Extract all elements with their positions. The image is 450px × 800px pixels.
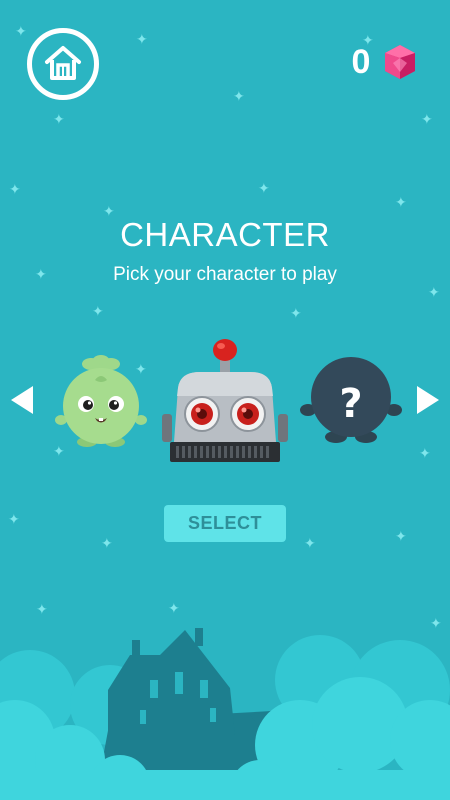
pink-gem-icon	[385, 45, 415, 79]
star-icon: ✦	[136, 32, 148, 48]
star-icon: ✦	[290, 306, 302, 322]
star-icon: ✦	[395, 529, 407, 545]
page-subtitle: Pick your character to play	[113, 264, 337, 285]
home-button[interactable]	[27, 28, 99, 100]
star-icon: ✦	[258, 181, 270, 197]
star-icon: ✦	[53, 112, 65, 128]
star-icon: ✦	[8, 512, 20, 528]
star-icon: ✦	[9, 182, 21, 198]
robot-character[interactable]	[160, 338, 290, 463]
right-arrow-icon[interactable]	[415, 384, 441, 416]
star-icon: ✦	[233, 89, 245, 105]
select-button[interactable]: SELECT	[164, 505, 286, 542]
haunted-house-scene	[0, 628, 450, 800]
locked-character[interactable]: ?	[300, 355, 402, 447]
home-icon	[45, 46, 81, 80]
star-icon: ✦	[419, 446, 431, 462]
green-blob-character[interactable]	[55, 350, 147, 450]
left-arrow-icon[interactable]	[9, 384, 35, 416]
gem-count: 0	[351, 43, 371, 81]
question-mark-icon: ?	[339, 381, 362, 427]
page-title: CHARACTER	[120, 216, 330, 253]
star-icon: ✦	[304, 536, 316, 552]
star-icon: ✦	[428, 285, 440, 301]
star-icon: ✦	[15, 24, 27, 40]
star-icon: ✦	[101, 536, 113, 552]
star-icon: ✦	[92, 304, 104, 320]
star-icon: ✦	[421, 112, 433, 128]
star-icon: ✦	[395, 195, 407, 211]
